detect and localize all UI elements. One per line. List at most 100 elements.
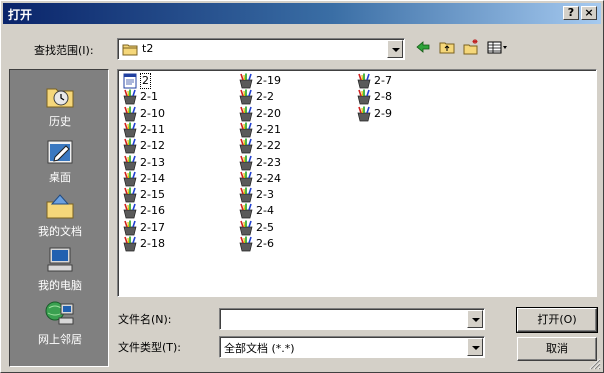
file-item[interactable]: 2-3 (238, 187, 274, 203)
close-button[interactable]: × (581, 6, 597, 20)
cancel-button[interactable]: 取消 (517, 337, 597, 361)
my-documents-icon (46, 194, 74, 219)
image-file-icon (123, 89, 137, 105)
file-name: 2-18 (140, 237, 165, 250)
view-menu-icon[interactable] (486, 38, 510, 56)
help-button[interactable]: ? (563, 6, 579, 20)
file-item[interactable]: 2-24 (238, 171, 281, 187)
filetype-dropdown-button[interactable] (467, 338, 483, 356)
image-file-icon (357, 106, 371, 121)
place-label: 网上邻居 (38, 333, 82, 346)
place-desktop[interactable]: 桌面 (10, 136, 110, 190)
file-name: 2-1 (140, 90, 158, 104)
window-title: 打开 (8, 8, 33, 22)
file-name: 2-19 (256, 74, 281, 87)
document-icon (123, 73, 137, 89)
image-file-icon (123, 236, 137, 252)
place-my-computer[interactable]: 我的电脑 (10, 244, 110, 298)
file-name: 2-13 (140, 155, 165, 169)
file-item[interactable]: 2-4 (238, 203, 274, 219)
look-in-dropdown-button[interactable] (387, 40, 403, 58)
look-in-label: 查找范围(I): (34, 44, 94, 57)
file-name: 2-17 (140, 220, 165, 234)
file-name: 2-3 (256, 188, 274, 202)
file-name: 2-20 (256, 106, 281, 120)
image-file-icon (123, 138, 137, 154)
folder-icon (122, 44, 138, 56)
file-list[interactable]: 2 2-1 2-10 2-11 2-12 2-13 2-14 2-15 2-16 2-17 2-18… (117, 69, 597, 297)
image-file-icon (239, 203, 253, 219)
image-file-icon (123, 122, 137, 138)
image-file-icon (239, 122, 253, 138)
file-item[interactable]: 2-16 (122, 203, 165, 219)
file-item[interactable]: 2-10 (122, 106, 165, 122)
desktop-icon (47, 140, 73, 164)
file-item[interactable]: 2-8 (356, 89, 392, 105)
image-file-icon (123, 106, 137, 121)
file-item[interactable]: 2-21 (238, 122, 281, 138)
image-file-icon (239, 220, 253, 236)
file-name: 2-5 (256, 220, 274, 234)
file-item[interactable]: 2-6 (238, 236, 274, 252)
file-item[interactable]: 2-20 (238, 106, 281, 122)
file-item[interactable]: 2-17 (122, 220, 165, 236)
place-label: 桌面 (49, 171, 71, 184)
place-network-places[interactable]: 网上邻居 (10, 298, 110, 352)
file-name: 2 (140, 73, 151, 89)
network-places-icon (45, 301, 74, 325)
title-bar: 打开 ? × (3, 3, 601, 24)
file-item[interactable]: 2-12 (122, 138, 165, 154)
image-file-icon (239, 187, 253, 203)
place-label: 我的文档 (38, 225, 82, 238)
back-icon[interactable] (414, 38, 432, 56)
file-item[interactable]: 2-7 (356, 73, 392, 89)
file-item[interactable]: 2-13 (122, 155, 165, 171)
filetype-label: 文件类型(T): (118, 341, 182, 354)
up-folder-icon[interactable] (438, 38, 456, 56)
filename-label: 文件名(N): (118, 313, 172, 326)
filename-dropdown-button[interactable] (467, 310, 483, 328)
open-dialog: 打开 ? × 查找范围(I): t2 历史 桌面 我的文档 我的电脑 网上邻居 … (0, 0, 604, 373)
new-folder-icon[interactable] (462, 38, 480, 56)
image-file-icon (239, 138, 253, 154)
file-name: 2-8 (374, 90, 392, 104)
file-item[interactable]: 2-19 (238, 73, 281, 89)
resize-grip-icon[interactable] (589, 358, 601, 370)
filetype-select[interactable]: 全部文档 (*.*) (219, 336, 485, 358)
file-item[interactable]: 2-23 (238, 155, 281, 171)
image-file-icon (123, 155, 137, 170)
image-file-icon (239, 89, 253, 105)
image-file-icon (357, 89, 371, 105)
file-item[interactable]: 2-22 (238, 138, 281, 154)
image-file-icon (239, 236, 253, 252)
place-label: 我的电脑 (38, 279, 82, 292)
file-name: 2-10 (140, 106, 165, 120)
my-computer-icon (47, 247, 73, 272)
file-item[interactable]: 2-18 (122, 236, 165, 252)
place-history[interactable]: 历史 (10, 80, 110, 134)
file-item[interactable]: 2-15 (122, 187, 165, 203)
look-in-value: t2 (142, 42, 154, 55)
image-file-icon (123, 220, 137, 236)
file-name: 2-9 (374, 106, 392, 120)
file-name: 2-11 (140, 122, 165, 136)
file-name: 2-14 (140, 171, 165, 185)
file-item[interactable]: 2-14 (122, 171, 165, 187)
file-name: 2-4 (256, 204, 274, 218)
look-in-select[interactable]: t2 (117, 38, 405, 60)
file-name: 2-16 (140, 204, 165, 218)
file-item[interactable]: 2-2 (238, 89, 274, 105)
place-label: 历史 (49, 115, 71, 128)
file-item[interactable]: 2-1 (122, 89, 158, 105)
image-file-icon (357, 73, 371, 89)
place-my-documents[interactable]: 我的文档 (10, 190, 110, 244)
image-file-icon (239, 106, 253, 121)
filename-input[interactable] (219, 308, 485, 330)
file-item[interactable]: 2 (122, 73, 151, 89)
history-icon (46, 88, 74, 108)
file-item[interactable]: 2-9 (356, 106, 392, 122)
file-name: 2-15 (140, 188, 165, 202)
file-item[interactable]: 2-11 (122, 122, 165, 138)
file-item[interactable]: 2-5 (238, 220, 274, 236)
open-button[interactable]: 打开(O) (516, 307, 598, 333)
